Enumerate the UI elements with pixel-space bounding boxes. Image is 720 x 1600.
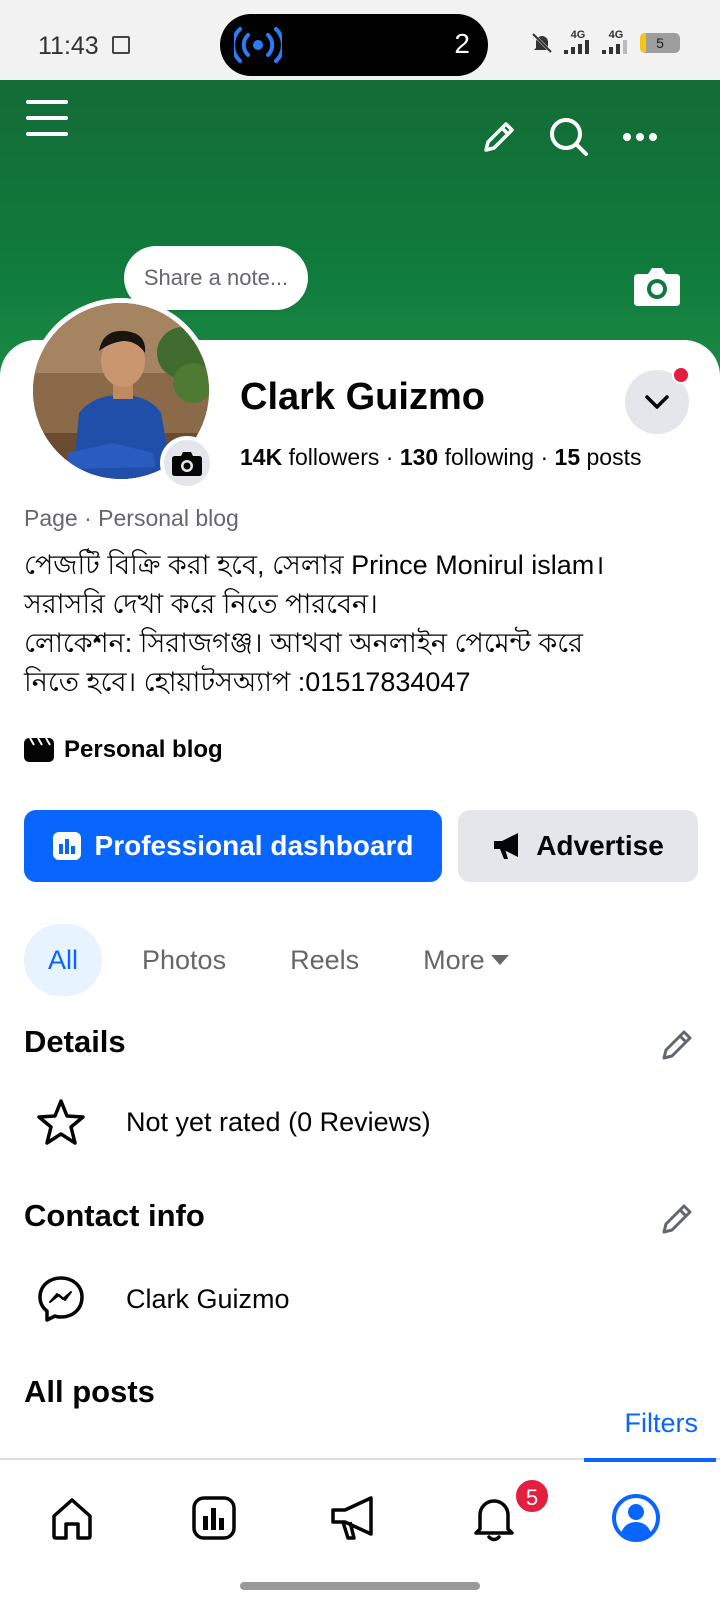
dashboard-icon: [192, 1496, 236, 1540]
edit-contact-icon[interactable]: [660, 1200, 696, 1236]
bell-icon: [474, 1499, 514, 1542]
nav-profile[interactable]: [606, 1488, 666, 1548]
tab-all[interactable]: All: [24, 924, 103, 996]
category-tag: Personal blog: [24, 736, 223, 764]
home-indicator[interactable]: [240, 1582, 480, 1590]
profile-stats: 14K followers · 130 following · 15 posts: [240, 444, 642, 470]
messenger-row[interactable]: Clark Guizmo: [36, 1274, 290, 1324]
messenger-icon: [38, 1276, 84, 1322]
status-bar: 11:43 2 4G 4G 5: [0, 0, 720, 80]
share-note-bubble[interactable]: Share a note...: [124, 246, 308, 310]
signal-icon-sim2: 4G: [602, 30, 630, 56]
tab-photos[interactable]: Photos: [118, 924, 250, 996]
all-posts-title: All posts: [24, 1374, 155, 1409]
nav-dashboard[interactable]: [184, 1488, 244, 1548]
profile-bio: পেজটি বিক্রি করা হবে, সেলার Prince Monir…: [24, 550, 605, 697]
camera-icon: [172, 452, 202, 476]
nav-ads[interactable]: [324, 1488, 384, 1548]
search-icon[interactable]: [548, 116, 590, 158]
bottom-nav: [0, 1458, 720, 1600]
star-icon: [37, 1099, 85, 1145]
clapperboard-icon: [24, 738, 54, 762]
messenger-name: Clark Guizmo: [126, 1283, 290, 1314]
battery-icon: 5: [640, 33, 680, 53]
broadcast-icon: [234, 27, 282, 63]
nav-active-indicator: [584, 1458, 716, 1462]
status-icons: 4G 4G 5: [530, 30, 680, 56]
tab-more[interactable]: More: [399, 924, 533, 996]
advertise-button[interactable]: Advertise: [458, 810, 698, 882]
call-count: 2: [454, 28, 470, 59]
profile-tabs: All Photos Reels More: [24, 924, 549, 996]
filters-button[interactable]: Filters: [625, 1408, 699, 1439]
page-category: Page · Personal blog: [24, 505, 239, 531]
followers-link[interactable]: 14K followers: [240, 444, 379, 470]
professional-dashboard-button[interactable]: Professional dashboard: [24, 810, 442, 882]
megaphone-icon: [494, 833, 519, 859]
dynamic-island[interactable]: 2: [220, 14, 488, 76]
more-options-icon[interactable]: [622, 130, 658, 144]
menu-icon[interactable]: [26, 98, 68, 138]
caret-down-icon: [490, 955, 509, 965]
profile-name: Clark Guizmo: [240, 376, 485, 418]
notification-dot: [672, 366, 690, 384]
home-icon: [52, 1498, 92, 1540]
edit-icon[interactable]: [480, 118, 518, 156]
following-link[interactable]: 130 following: [400, 444, 534, 470]
nav-home[interactable]: [42, 1488, 102, 1548]
signal-icon-sim1: 4G: [564, 30, 592, 56]
contact-info-title: Contact info: [24, 1198, 205, 1233]
avatar-camera-button[interactable]: [160, 436, 214, 490]
tab-reels[interactable]: Reels: [266, 924, 383, 996]
mute-bell-icon: [531, 32, 553, 54]
notifications-badge: 5: [514, 1478, 550, 1514]
screenshot-icon: [112, 36, 130, 54]
clock: 11:43: [38, 32, 99, 60]
cover-camera-icon[interactable]: [634, 266, 680, 306]
megaphone-icon: [331, 1496, 373, 1540]
chevron-down-icon: [645, 395, 669, 409]
rating-text: Not yet rated (0 Reviews): [126, 1106, 431, 1137]
rating-row[interactable]: Not yet rated (0 Reviews): [36, 1098, 431, 1146]
profile-icon: [612, 1494, 660, 1542]
posts-link[interactable]: 15 posts: [555, 444, 642, 470]
bar-chart-icon: [52, 832, 81, 860]
edit-details-icon[interactable]: [660, 1026, 696, 1062]
details-title: Details: [24, 1024, 126, 1059]
